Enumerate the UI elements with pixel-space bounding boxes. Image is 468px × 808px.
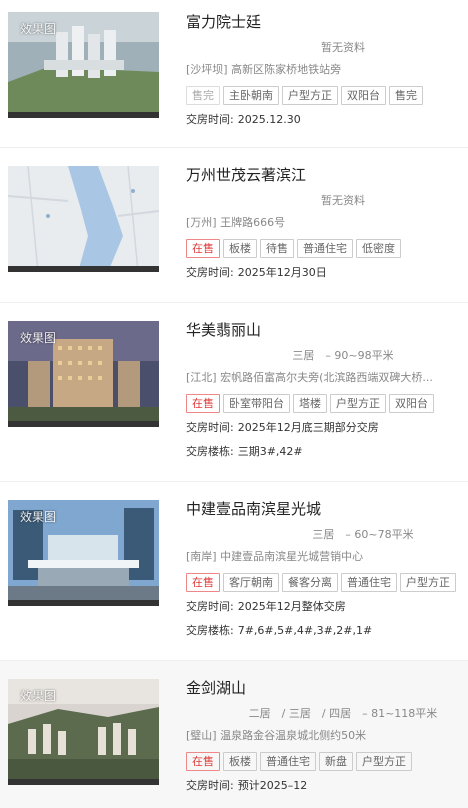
property-list: 效果图 富力院士廷 暂无资料 [沙坪坝] 高新区陈家桥地铁站旁 售完 主卧朝南 户型… <box>0 0 468 808</box>
image-tag: 效果图 <box>20 510 57 524</box>
layout-info: 暂无资料 <box>321 194 365 207</box>
feature-tag: 双阳台 <box>389 394 434 413</box>
status-tag: 在售 <box>186 752 220 771</box>
status-tag: 售完 <box>186 86 220 105</box>
address: [江北] 宏帆路佰富高尔夫旁(北滨路西端双碑大桥... <box>186 371 433 384</box>
feature-tag: 餐客分离 <box>282 573 338 592</box>
property-title[interactable]: 金剑湖山 <box>186 678 460 698</box>
feature-tag: 新盘 <box>319 752 353 771</box>
address: [南岸] 中建壹品南滨星光城营销中心 <box>186 550 364 563</box>
property-card[interactable]: 效果图 华美翡丽山 三居 – 90~98平米 [江北] 宏帆路佰富高尔夫旁(北滨… <box>0 303 468 482</box>
image-shade <box>8 779 159 785</box>
feature-tag: 低密度 <box>356 239 401 258</box>
feature-tag: 普通住宅 <box>341 573 397 592</box>
address: [璧山] 温泉路金谷温泉城北侧约50米 <box>186 729 367 742</box>
feature-tag: 卧室带阳台 <box>223 394 290 413</box>
status-tag: 在售 <box>186 239 220 258</box>
feature-tag: 客厅朝南 <box>223 573 279 592</box>
feature-tag: 普通住宅 <box>297 239 353 258</box>
property-card[interactable]: 万州世茂云著滨江 暂无资料 [万州] 王牌路666号 在售 板楼 待售 普通住宅 低密度… <box>0 148 468 303</box>
tag-list: 在售 板楼 普通住宅 新盘 户型方正 <box>186 750 460 771</box>
delivery-time: 交房时间: 2025年12月整体交房 <box>186 600 346 613</box>
feature-tag: 待售 <box>260 239 294 258</box>
feature-tag: 板楼 <box>223 752 257 771</box>
image-tag: 效果图 <box>20 22 57 36</box>
property-title[interactable]: 万州世茂云著滨江 <box>186 165 460 185</box>
feature-tag: 普通住宅 <box>260 752 316 771</box>
feature-tag: 户型方正 <box>400 573 456 592</box>
property-card[interactable]: 效果图 富力院士廷 暂无资料 [沙坪坝] 高新区陈家桥地铁站旁 售完 主卧朝南 户型… <box>0 0 468 148</box>
property-title[interactable]: 中建壹品南滨星光城 <box>186 499 460 519</box>
feature-tag: 户型方正 <box>282 86 338 105</box>
status-tag: 在售 <box>186 573 220 592</box>
delivery-time: 交房时间: 2025.12.30 <box>186 113 301 126</box>
feature-tag: 塔楼 <box>293 394 327 413</box>
feature-tag: 户型方正 <box>330 394 386 413</box>
image-tag: 效果图 <box>20 689 57 703</box>
tag-list: 在售 客厅朝南 餐客分离 普通住宅 户型方正 <box>186 571 460 592</box>
layout-info: 暂无资料 <box>321 41 365 54</box>
property-image[interactable]: 效果图 <box>8 679 159 785</box>
property-title[interactable]: 华美翡丽山 <box>186 320 460 340</box>
delivery-buildings: 交房楼栋: 三期3#,42# <box>186 445 303 458</box>
feature-tag: 主卧朝南 <box>223 86 279 105</box>
image-shade <box>8 421 159 427</box>
layout-info: 三居 – 90~98平米 <box>292 349 394 362</box>
status-tag: 在售 <box>186 394 220 413</box>
feature-tag: 户型方正 <box>356 752 412 771</box>
feature-tag: 双阳台 <box>341 86 386 105</box>
delivery-time: 交房时间: 2025年12月底三期部分交房 <box>186 421 379 434</box>
delivery-buildings: 交房楼栋: 7#,6#,5#,4#,3#,2#,1# <box>186 624 373 637</box>
feature-tag: 售完 <box>389 86 423 105</box>
property-card[interactable]: 效果图 中建壹品南滨星光城 三居 – 60~78平米 [南岸] 中建壹品南滨星光… <box>0 482 468 661</box>
tag-list: 在售 卧室带阳台 塔楼 户型方正 双阳台 <box>186 392 460 413</box>
property-title[interactable]: 富力院士廷 <box>186 12 460 32</box>
delivery-time: 交房时间: 预计2025–12 <box>186 779 308 792</box>
address: [万州] 王牌路666号 <box>186 216 286 229</box>
layout-info: 三居 – 60~78平米 <box>312 528 414 541</box>
property-image[interactable]: 效果图 <box>8 500 159 606</box>
delivery-time: 交房时间: 2025年12月30日 <box>186 266 327 279</box>
image-shade <box>8 266 159 272</box>
address: [沙坪坝] 高新区陈家桥地铁站旁 <box>186 63 342 76</box>
feature-tag: 板楼 <box>223 239 257 258</box>
property-image[interactable] <box>8 166 159 272</box>
property-card[interactable]: 效果图 金剑湖山 二居 / 三居 / 四居 – 81~118平米 [璧山] 温泉… <box>0 661 468 808</box>
tag-list: 在售 板楼 待售 普通住宅 低密度 <box>186 237 460 258</box>
property-image[interactable]: 效果图 <box>8 321 159 427</box>
layout-info: 二居 / 三居 / 四居 – 81~118平米 <box>248 707 438 720</box>
image-shade <box>8 112 159 118</box>
image-shade <box>8 600 159 606</box>
property-image[interactable]: 效果图 <box>8 12 159 118</box>
tag-list: 售完 主卧朝南 户型方正 双阳台 售完 <box>186 84 460 105</box>
image-tag: 效果图 <box>20 331 57 345</box>
